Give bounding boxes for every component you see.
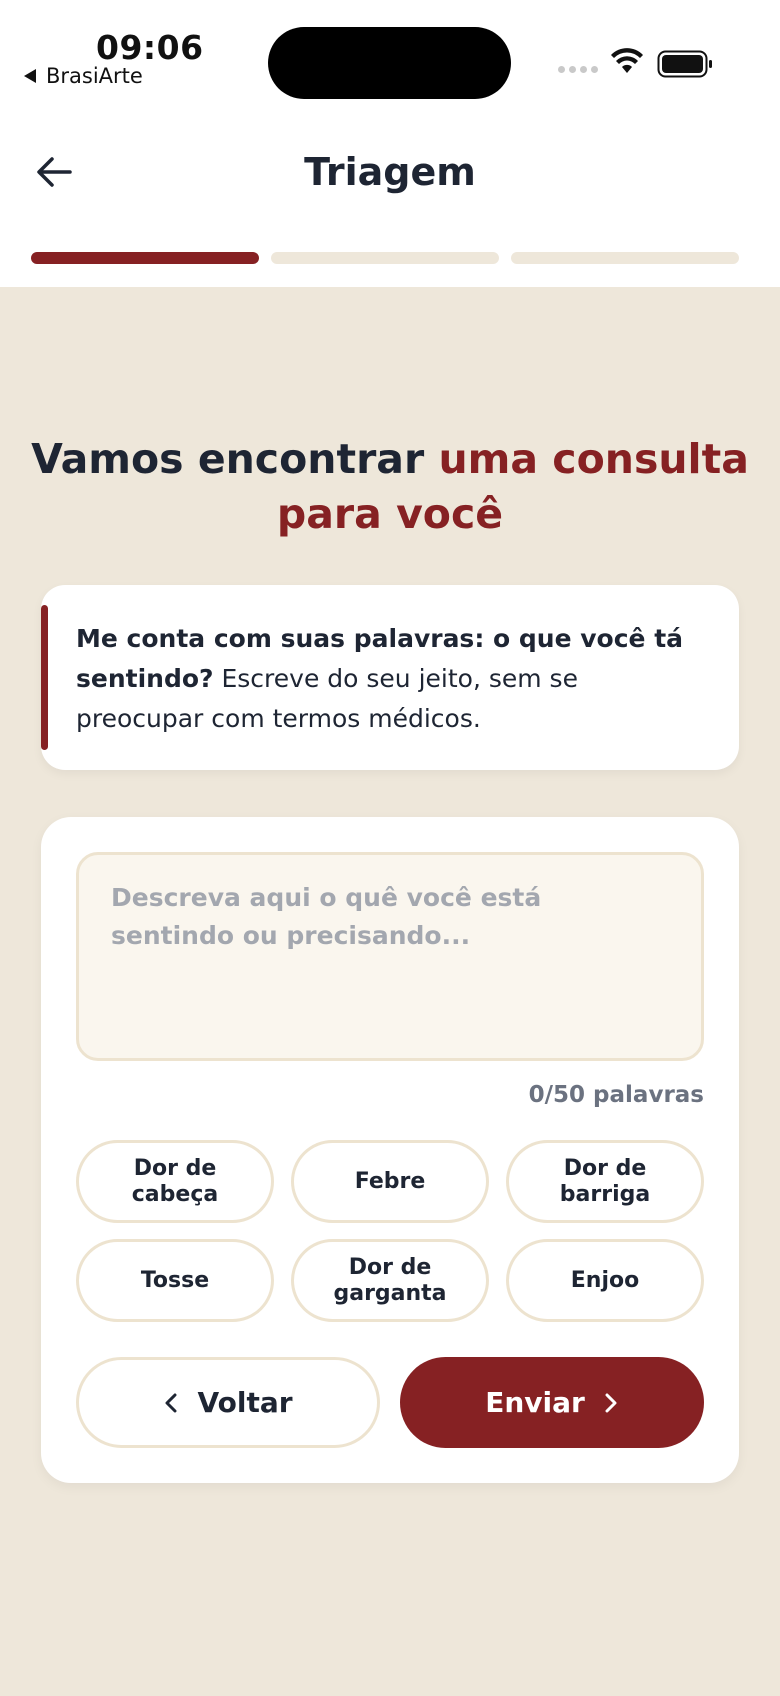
page-title: Triagem [304,150,476,194]
back-button[interactable]: Voltar [76,1357,380,1448]
progress-step-2 [271,252,499,264]
progress-step-1 [31,252,259,264]
chip-dor-de-garganta[interactable]: Dor de garganta [291,1239,489,1322]
chevron-left-icon [165,1393,177,1412]
back-button-label: Voltar [197,1386,293,1419]
status-time: 09:06 [96,28,204,67]
headline-part1: Vamos encontrar [31,435,439,483]
battery-icon [657,50,712,78]
chip-tosse[interactable]: Tosse [76,1239,274,1322]
dynamic-island [268,27,511,99]
prompt-accent-bar [41,605,48,750]
back-app-label: BrasiArte [46,64,143,88]
back-to-app-link[interactable]: BrasiArte [24,64,143,88]
symptom-textarea[interactable] [76,852,704,1061]
chip-febre[interactable]: Febre [291,1140,489,1223]
top-area: 09:06 BrasiArte Triagem [0,0,780,287]
wifi-icon [611,48,643,73]
prompt-text: Me conta com suas palavras: o que você t… [76,619,696,739]
symptom-form: 0/50 palavras Dor de cabeça Febre Dor de… [41,817,739,1483]
chevron-right-icon [605,1393,617,1412]
headline: Vamos encontrar uma consulta para você [0,432,780,542]
chip-dor-de-barriga[interactable]: Dor de barriga [506,1140,704,1223]
send-button[interactable]: Enviar [400,1357,704,1448]
action-buttons: Voltar Enviar [76,1357,704,1448]
symptom-chips: Dor de cabeça Febre Dor de barriga Tosse… [76,1140,704,1322]
triage-screen: 09:06 BrasiArte Triagem Vamos encontrar … [0,0,780,1696]
send-button-label: Enviar [485,1386,585,1419]
step-progress [31,252,739,264]
cellular-signal-icon [558,66,598,73]
progress-step-3 [511,252,739,264]
chip-enjoo[interactable]: Enjoo [506,1239,704,1322]
prompt-card: Me conta com suas palavras: o que você t… [41,585,739,770]
chip-dor-de-cabeca[interactable]: Dor de cabeça [76,1140,274,1223]
word-counter: 0/50 palavras [528,1082,704,1108]
back-triangle-icon [24,69,36,83]
